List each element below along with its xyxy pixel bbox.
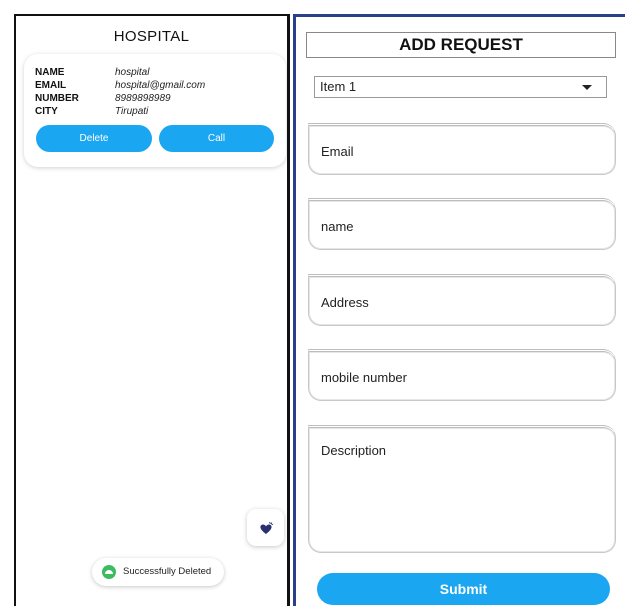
description-field[interactable]: Description (308, 425, 616, 553)
call-button[interactable]: Call (159, 125, 274, 152)
card-key: NUMBER (35, 93, 79, 104)
name-field[interactable]: name (308, 198, 616, 250)
address-field[interactable]: Address (308, 274, 616, 326)
heart-hand-icon (259, 521, 273, 534)
delete-button[interactable]: Delete (36, 125, 152, 152)
android-icon (102, 565, 116, 579)
name-placeholder: name (321, 219, 354, 234)
item-select[interactable]: Item 1 (314, 76, 607, 98)
card-key: NAME (35, 67, 65, 78)
description-placeholder: Description (321, 443, 387, 458)
card-key: CITY (35, 106, 58, 117)
mobile-number-field[interactable]: mobile number (308, 349, 616, 401)
address-placeholder: Address (321, 295, 369, 310)
email-field[interactable]: Email (308, 123, 616, 175)
email-placeholder: Email (321, 144, 354, 159)
toast-message: Successfully Deleted (92, 558, 224, 586)
toast-text: Successfully Deleted (123, 566, 212, 577)
hospital-card: NAME hospital EMAIL hospital@gmail.com N… (24, 54, 286, 167)
caret-down-icon (582, 85, 592, 90)
card-value: Tirupati (115, 106, 149, 117)
mobile-number-placeholder: mobile number (321, 370, 407, 385)
item-select-value: Item 1 (320, 79, 357, 94)
card-key: EMAIL (35, 80, 67, 91)
submit-button[interactable]: Submit (317, 573, 610, 605)
form-title: ADD REQUEST (306, 32, 616, 58)
hospital-screen: HOSPITAL NAME hospital EMAIL hospital@gm… (14, 14, 290, 606)
card-value: hospital@gmail.com (115, 80, 206, 91)
floating-action-button[interactable] (247, 509, 284, 546)
add-request-screen: ADD REQUEST Item 1 Email name Address mo… (293, 14, 625, 606)
card-value: 8989898989 (115, 93, 171, 104)
card-value: hospital (115, 67, 150, 78)
page-title: HOSPITAL (113, 28, 190, 45)
